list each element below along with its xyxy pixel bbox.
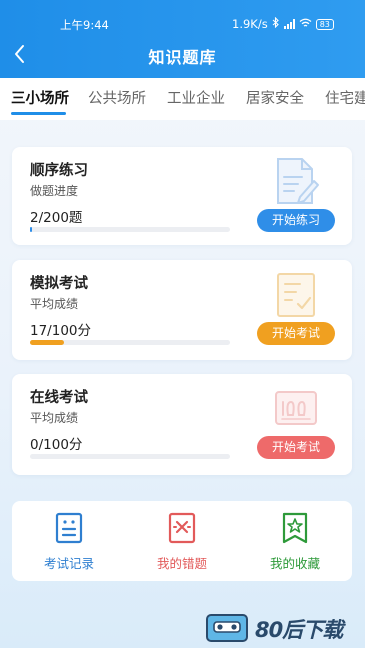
favorite-bookmark-icon: [282, 512, 308, 544]
network-speed: 1.9K/s: [232, 17, 268, 31]
mock-exam-card: 模拟考试 平均成绩 17/100分 开始考试: [12, 260, 352, 360]
progress-bar: [30, 340, 230, 345]
card-value: 2/200题: [30, 210, 83, 226]
category-tabs: 三小场所 公共场所 工业企业 居家安全 住宅建: [0, 78, 365, 120]
sequential-practice-card: 顺序练习 做题进度 2/200题 开始练习: [12, 147, 352, 245]
tab-public-places[interactable]: 公共场所: [88, 87, 146, 108]
cassette-logo-icon: [206, 614, 248, 642]
bottom-label: 我的收藏: [269, 556, 320, 571]
watermark-text: 80后下载: [255, 618, 343, 642]
wifi-icon: [299, 17, 312, 31]
card-value: 0/100分: [30, 437, 83, 453]
page-title: 知识题库: [148, 48, 217, 67]
card-subtitle: 平均成绩: [30, 411, 79, 425]
score-100-icon: [272, 382, 320, 434]
app-header: 上午9:44 1.9K/s 83 知识题库: [0, 0, 365, 78]
progress-fill: [30, 340, 64, 345]
card-subtitle: 做题进度: [30, 184, 79, 198]
progress-fill: [30, 227, 32, 232]
card-value: 17/100分: [30, 323, 91, 339]
tab-active-indicator: [11, 112, 66, 115]
start-online-exam-button[interactable]: 开始考试: [257, 436, 335, 459]
status-bar: 上午9:44 1.9K/s 83: [0, 0, 365, 34]
exam-paper-check-icon: [272, 268, 320, 320]
site-watermark: 80后下载: [205, 610, 365, 646]
battery-indicator: 83: [315, 18, 334, 30]
exam-record-icon: [55, 512, 83, 544]
start-practice-button[interactable]: 开始练习: [257, 209, 335, 232]
bottom-label: 我的错题: [156, 556, 207, 571]
card-subtitle: 平均成绩: [30, 297, 79, 311]
tab-home-safety[interactable]: 居家安全: [246, 87, 304, 108]
bottom-label: 考试记录: [43, 556, 94, 571]
quick-links-panel: 考试记录 我的错题 我的收藏: [12, 501, 352, 581]
progress-bar: [30, 454, 230, 459]
tab-sanxiao[interactable]: 三小场所: [11, 87, 69, 108]
my-favorites-button[interactable]: 我的收藏: [255, 511, 335, 572]
status-time: 上午9:44: [60, 18, 109, 32]
tab-industrial[interactable]: 工业企业: [167, 87, 225, 108]
exam-record-button[interactable]: 考试记录: [29, 511, 109, 572]
tab-residential[interactable]: 住宅建: [325, 87, 365, 108]
card-title: 模拟考试: [30, 276, 88, 292]
status-indicators: 1.9K/s 83: [232, 16, 334, 31]
card-title: 顺序练习: [30, 163, 88, 179]
start-mock-exam-button[interactable]: 开始考试: [257, 322, 335, 345]
document-edit-icon: [272, 155, 320, 207]
signal-icon: [283, 19, 295, 29]
wrong-questions-button[interactable]: 我的错题: [142, 511, 222, 572]
progress-bar: [30, 227, 230, 232]
online-exam-card: 在线考试 平均成绩 0/100分 开始考试: [12, 374, 352, 475]
bluetooth-icon: [272, 16, 280, 31]
wrong-question-icon: [168, 512, 196, 544]
card-title: 在线考试: [30, 390, 88, 406]
